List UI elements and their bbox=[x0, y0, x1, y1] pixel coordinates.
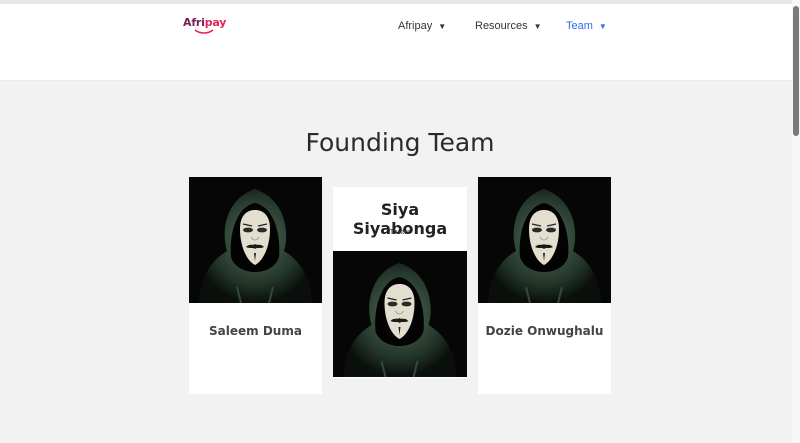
logo-swoosh-icon bbox=[194, 29, 214, 34]
nav-resources[interactable]: Resources ▼ bbox=[475, 20, 542, 32]
site-header: Afripay Afripay ▼ Resources ▼ Team ▼ bbox=[0, 4, 800, 81]
nav-resources-label: Resources bbox=[475, 20, 528, 32]
team-card-dozie: Dozie Onwughalu bbox=[478, 177, 611, 394]
team-card-saleem: Saleem Duma bbox=[189, 177, 322, 394]
nav-team[interactable]: Team ▼ bbox=[566, 20, 607, 32]
section-title: Founding Team bbox=[305, 128, 495, 157]
member-photo bbox=[333, 251, 467, 377]
member-name: Dozie Onwughalu bbox=[485, 324, 604, 338]
afripay-logo[interactable]: Afripay bbox=[183, 16, 226, 29]
member-photo bbox=[189, 177, 322, 303]
logo-text-afri: Afri bbox=[183, 16, 205, 29]
chevron-down-icon: ▼ bbox=[598, 21, 607, 31]
chevron-down-icon: ▼ bbox=[438, 21, 447, 31]
nav-afripay-label: Afripay bbox=[398, 20, 433, 32]
logo-text-pay: pay bbox=[204, 16, 227, 29]
twitter-link[interactable]: Twitter bbox=[333, 229, 467, 236]
nav-afripay[interactable]: Afripay ▼ bbox=[398, 20, 446, 32]
scrollbar-thumb[interactable] bbox=[793, 6, 799, 136]
member-photo bbox=[478, 177, 611, 303]
team-card-siya: Siya Siyabonga Twitter bbox=[333, 187, 467, 378]
nav-team-label: Team bbox=[566, 20, 593, 32]
chevron-down-icon: ▼ bbox=[533, 21, 542, 31]
member-name: Saleem Duma bbox=[209, 324, 302, 338]
scrollbar[interactable] bbox=[792, 0, 800, 443]
